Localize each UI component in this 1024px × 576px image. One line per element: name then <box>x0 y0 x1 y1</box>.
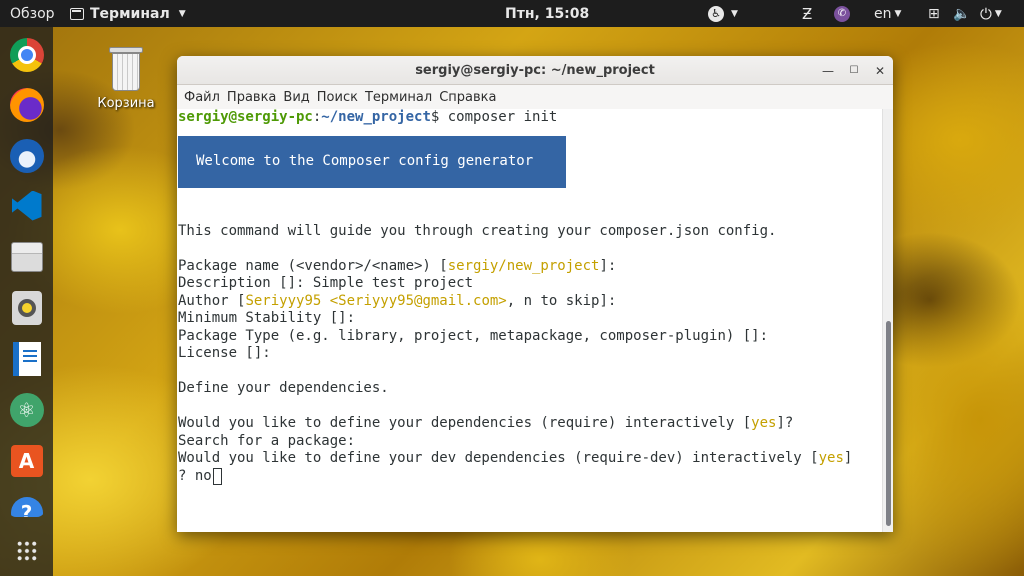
terminal-scrollbar[interactable] <box>882 109 893 532</box>
dock-atom[interactable]: ⚛ <box>8 391 45 428</box>
menu-file[interactable]: Файл <box>184 90 227 105</box>
dock-firefox[interactable] <box>8 86 45 123</box>
caret-down-icon: ▼ <box>731 8 738 19</box>
terminal-app-icon <box>70 7 84 20</box>
trash-label: Корзина <box>97 96 155 111</box>
terminal-output[interactable]: sergiy@sergiy-pc:~/new_project$ composer… <box>177 109 882 532</box>
clock-label: Птн, 15:08 <box>505 5 590 22</box>
caret-down-icon: ▼ <box>894 8 902 19</box>
menu-bar: Файл Правка Вид Поиск Терминал Справка <box>177 85 893 109</box>
package-name-line: Package name (<vendor>/<name>) [sergiy/n… <box>178 257 617 274</box>
network-icon: ⊞ <box>928 5 940 22</box>
text-cursor <box>212 467 222 485</box>
answer-line: ? no <box>178 467 882 486</box>
menu-terminal[interactable]: Терминал <box>365 90 439 105</box>
prompt-line: sergiy@sergiy-pc:~/new_project$ composer… <box>178 109 882 127</box>
answer-text: no <box>194 467 212 484</box>
rhythmbox-icon <box>11 290 42 325</box>
vscode-icon <box>11 190 42 221</box>
scrollbar-thumb[interactable] <box>886 321 891 526</box>
software-store-icon: A <box>10 444 43 477</box>
power-menu[interactable]: ⏻ ▼ <box>980 0 1002 27</box>
zoom-icon: Ƶ <box>802 4 813 23</box>
viber-tray[interactable]: ✆ <box>834 0 850 27</box>
window-titlebar[interactable]: sergiy@sergiy-pc: ~/new_project — ☐ ✕ <box>177 56 893 85</box>
dock-chrome[interactable] <box>8 36 45 73</box>
min-stability-line: Minimum Stability []: <box>178 310 356 326</box>
define-deps-line: Define your dependencies. <box>178 380 389 396</box>
dev-question-line: Would you like to define your dev depend… <box>178 450 853 466</box>
atom-icon: ⚛ <box>9 392 44 427</box>
guide-line: This command will guide you through crea… <box>178 222 777 239</box>
menu-view[interactable]: Вид <box>283 90 316 105</box>
dock-writer[interactable] <box>8 340 45 377</box>
menu-help[interactable]: Справка <box>439 90 503 105</box>
caret-down-icon: ▼ <box>178 8 186 19</box>
close-button[interactable]: ✕ <box>867 56 893 85</box>
dev-default: yes <box>818 450 844 466</box>
accessibility-icon: ♿ <box>708 5 724 22</box>
chrome-icon <box>9 37 44 72</box>
minimize-button[interactable]: — <box>815 56 841 85</box>
dock-files[interactable] <box>8 238 45 275</box>
dock-vscode[interactable] <box>8 187 45 224</box>
clock[interactable]: Птн, 15:08 <box>505 0 589 27</box>
banner-text: Welcome to the Composer config generator <box>196 152 534 169</box>
dock-rhythmbox[interactable] <box>8 289 45 326</box>
show-apps-icon[interactable] <box>16 540 38 562</box>
author-line: Author [Seriyyy95 <Seriyyy95@gmail.com>,… <box>178 292 617 309</box>
trash-icon <box>109 47 143 91</box>
activities-button[interactable]: Обзор <box>10 0 55 27</box>
accessibility-menu[interactable]: ♿ ▼ <box>708 0 738 27</box>
require-question-line: Would you like to define your dependenci… <box>178 415 794 431</box>
window-title: sergiy@sergiy-pc: ~/new_project <box>415 62 655 78</box>
welcome-banner: Welcome to the Composer config generator <box>178 135 566 188</box>
firefox-icon <box>9 87 44 122</box>
search-line: Search for a package: <box>178 432 356 449</box>
require-default: yes <box>751 415 777 431</box>
power-icon: ⏻ <box>980 4 992 23</box>
language-switcher[interactable]: en ▼ <box>874 0 901 27</box>
language-label: en <box>874 5 892 22</box>
desktop-trash[interactable]: Корзина <box>94 47 158 111</box>
dock-help[interactable]: ? <box>8 493 45 517</box>
menu-search[interactable]: Поиск <box>317 90 365 105</box>
activities-label: Обзор <box>10 5 55 22</box>
caret-down-icon: ▼ <box>994 8 1002 19</box>
volume-icon: 🔈 <box>953 5 971 22</box>
help-icon: ? <box>10 497 43 517</box>
maximize-icon: ☐ <box>849 65 859 76</box>
app-menu[interactable]: Терминал ▼ <box>70 0 186 27</box>
license-line: License []: <box>178 345 271 361</box>
writer-icon <box>12 341 41 376</box>
files-icon <box>10 241 43 272</box>
app-menu-label: Терминал <box>90 5 170 22</box>
dock-thunderbird[interactable] <box>8 137 45 174</box>
package-name-default: sergiy/new_project <box>447 257 600 274</box>
prompt-user: sergiy@sergiy-pc <box>178 109 313 125</box>
description-line: Description []: Simple test project <box>178 275 474 291</box>
volume-indicator[interactable]: 🔈 <box>953 0 970 27</box>
dock: ⚛ A ? <box>0 27 53 576</box>
author-default: Seriyyy95 <Seriyyy95@gmail.com> <box>245 292 507 309</box>
terminal-window[interactable]: sergiy@sergiy-pc: ~/new_project — ☐ ✕ Фа… <box>177 56 893 532</box>
prompt-path: ~/new_project <box>321 109 431 125</box>
minimize-icon: — <box>822 63 834 78</box>
zoom-tray[interactable]: Ƶ <box>802 0 812 27</box>
close-icon: ✕ <box>874 63 886 78</box>
viber-icon: ✆ <box>834 5 850 22</box>
maximize-button[interactable]: ☐ <box>841 56 867 85</box>
prompt-dollar: $ <box>430 109 448 125</box>
thunderbird-icon <box>9 138 44 173</box>
dock-software-store[interactable]: A <box>8 442 45 479</box>
top-bar: Обзор Терминал ▼ Птн, 15:08 ♿ ▼ Ƶ ✆ en ▼… <box>0 0 1024 27</box>
command-text: composer init <box>447 109 558 125</box>
menu-edit[interactable]: Правка <box>227 90 283 105</box>
package-type-line: Package Type (e.g. library, project, met… <box>178 327 769 344</box>
network-indicator[interactable]: ⊞ <box>928 0 940 27</box>
